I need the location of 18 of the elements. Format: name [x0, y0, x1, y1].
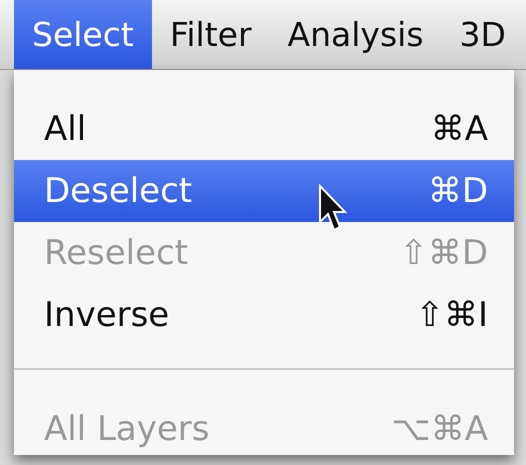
- menu-item-label: Inverse: [44, 295, 170, 335]
- menu-item-label: Deselect: [44, 171, 192, 211]
- menu-item[interactable]: All ⌘A: [14, 98, 514, 160]
- menu-item-label: Reselect: [44, 233, 188, 273]
- keyboard-shortcut: ⌘D: [428, 171, 488, 211]
- keyboard-shortcut: ⇧⌘I: [415, 295, 488, 335]
- menu-bar-item[interactable]: Select: [14, 0, 152, 69]
- menu-item-label: All Layers: [44, 409, 210, 449]
- keyboard-shortcut: ⇧⌘D: [399, 233, 488, 273]
- menu-bar-item[interactable]: Filter: [152, 0, 270, 69]
- keyboard-shortcut: ⌥⌘A: [392, 409, 488, 449]
- pointer-cursor-icon: [318, 184, 348, 234]
- keyboard-shortcut: ⌘A: [430, 109, 488, 149]
- menu-item[interactable]: Inverse ⇧⌘I: [14, 284, 514, 346]
- menu-item-label: All: [44, 109, 86, 149]
- menu-bar-item[interactable]: 3D: [442, 0, 524, 69]
- menu-item[interactable]: Deselect ⌘D: [14, 160, 514, 222]
- menu-bar-item[interactable]: Analysis: [270, 0, 442, 69]
